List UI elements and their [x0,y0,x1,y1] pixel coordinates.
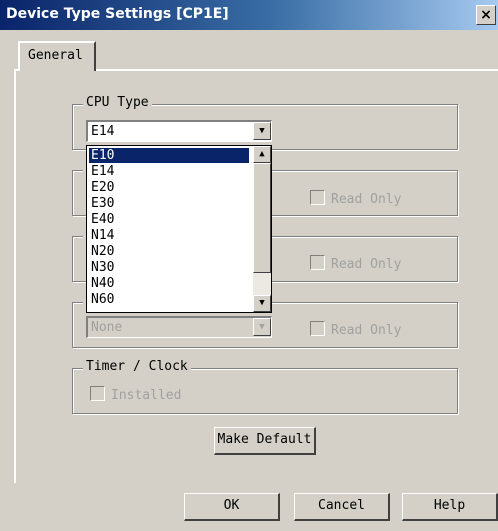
checkbox-box [310,190,325,205]
cpu-type-selected-value: E14 [91,124,115,139]
scroll-up-arrow-icon[interactable]: ▲ [253,146,271,163]
cpu-option[interactable]: E40 [89,212,249,227]
tab-general-label: General [28,48,83,63]
scroll-down-arrow-icon[interactable]: ▼ [253,295,271,312]
tab-general[interactable]: General [18,41,96,71]
installed-label: Installed [111,388,182,403]
timer-clock-label: Timer / Clock [83,359,191,374]
title-bar: Device Type Settings [CP1E] × [0,0,498,30]
cpu-type-dropdown-list[interactable]: E10 E14 E20 E30 E40 N14 N20 N30 N40 N60 … [86,145,272,313]
window-title: Device Type Settings [CP1E] [6,6,229,22]
group-4-read-only-checkbox[interactable]: Read Only [310,321,401,338]
cpu-option[interactable]: N30 [89,260,249,275]
cancel-button[interactable]: Cancel [294,493,390,521]
cpu-option[interactable]: E14 [89,164,249,179]
make-default-button[interactable]: Make Default [214,427,316,455]
group-3-read-only-label: Read Only [331,257,402,272]
close-button[interactable]: × [476,5,496,25]
checkbox-box [90,386,105,401]
help-button[interactable]: Help [402,493,498,521]
group-4-select[interactable]: None ▼ [86,316,272,338]
cpu-type-dropdown-arrow[interactable]: ▼ [253,122,271,140]
cpu-option[interactable]: N14 [89,228,249,243]
cpu-option[interactable]: N20 [89,244,249,259]
group-4-select-value: None [91,320,123,335]
cpu-option[interactable]: N40 [89,276,249,291]
ok-button[interactable]: OK [184,493,280,521]
scroll-thumb[interactable] [253,163,271,273]
cpu-type-select[interactable]: E14 ▼ [86,120,272,142]
cpu-option[interactable]: E10 [89,148,249,163]
group-4-dropdown-arrow[interactable]: ▼ [253,318,271,336]
installed-checkbox[interactable]: Installed [90,386,181,403]
cpu-option[interactable]: E30 [89,196,249,211]
dropdown-scrollbar[interactable]: ▲ ▼ [253,146,271,312]
group-2-read-only-label: Read Only [331,192,402,207]
checkbox-box [310,255,325,270]
group-4-read-only-label: Read Only [331,323,402,338]
group-3-read-only-checkbox[interactable]: Read Only [310,255,401,272]
group-2-read-only-checkbox[interactable]: Read Only [310,190,401,207]
cpu-type-label: CPU Type [83,95,152,110]
checkbox-box [310,321,325,336]
cpu-option[interactable]: N60 [89,292,249,307]
cpu-option[interactable]: E20 [89,180,249,195]
